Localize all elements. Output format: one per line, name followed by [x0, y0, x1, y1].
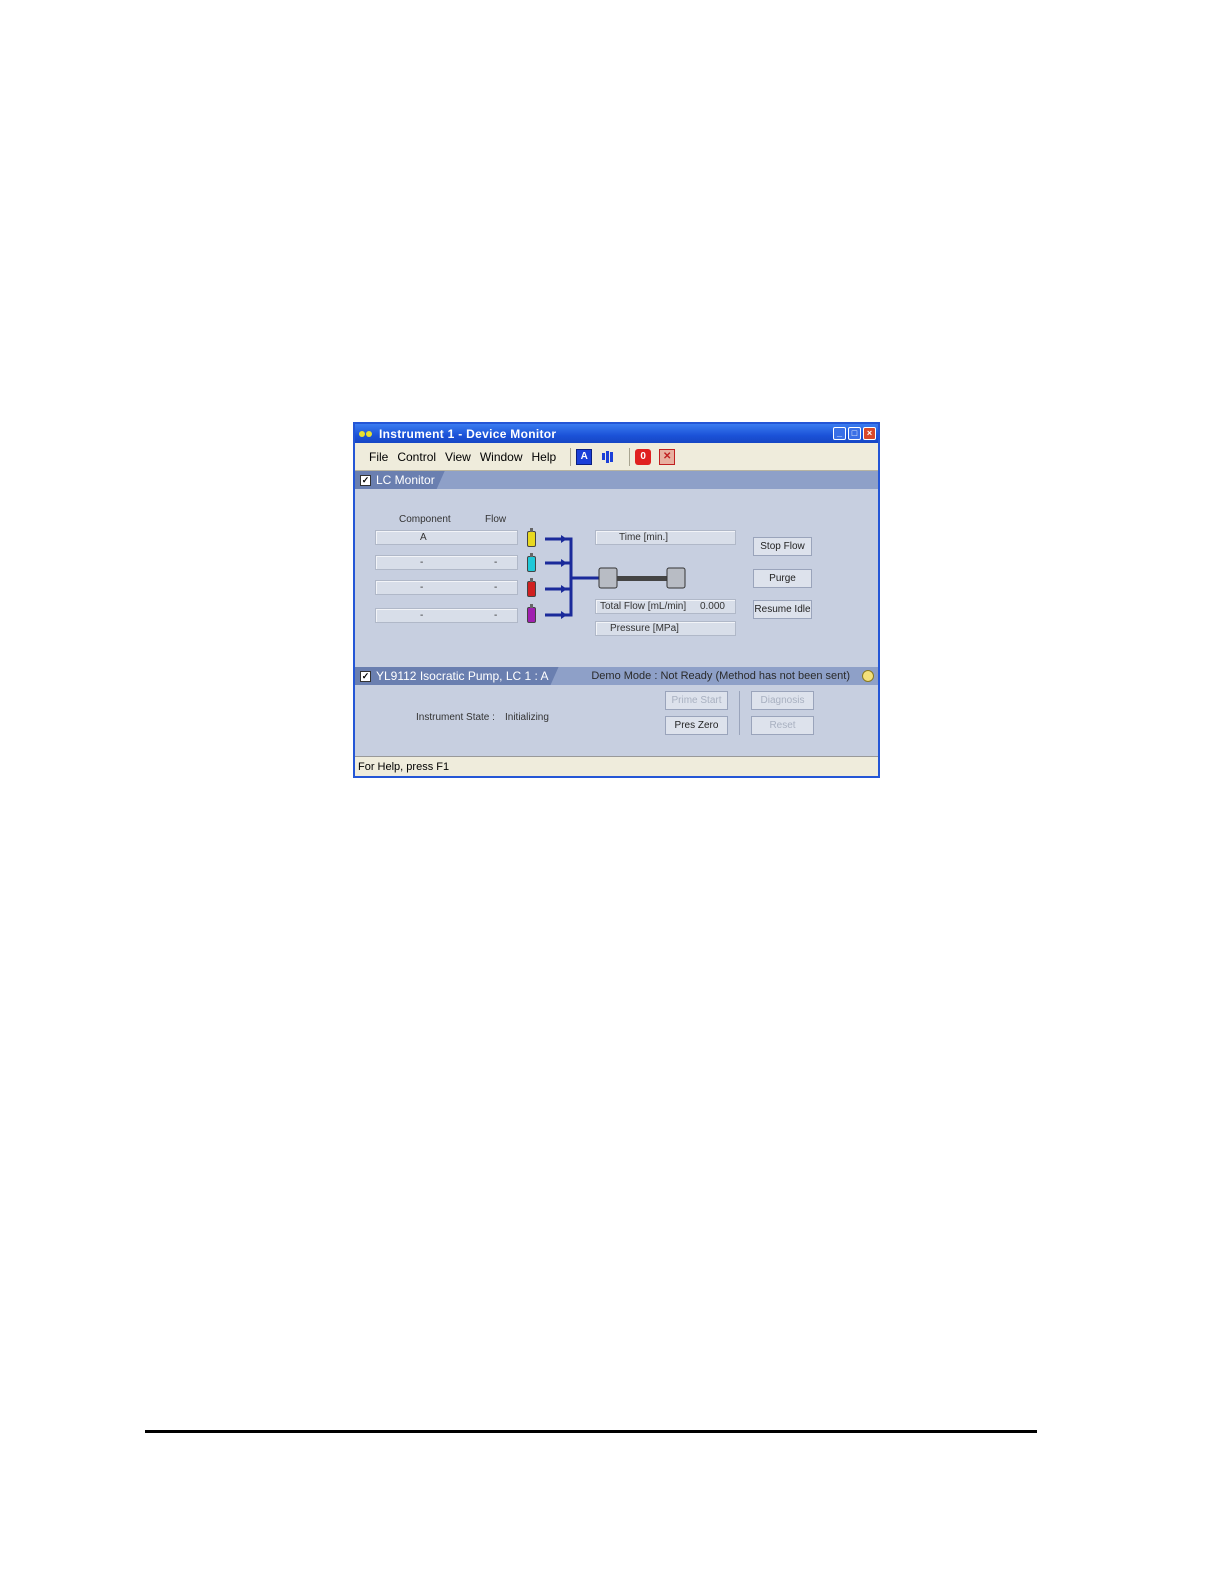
component-name: -	[420, 610, 424, 621]
minimize-button[interactable]: _	[833, 427, 846, 440]
pressure-field: Pressure [MPa]	[595, 621, 736, 636]
page-footer-rule	[145, 1430, 1037, 1433]
component-name: -	[420, 557, 424, 568]
menu-view[interactable]: View	[445, 450, 471, 464]
component-flow: -	[494, 582, 498, 593]
status-bar: For Help, press F1	[355, 756, 878, 776]
column-outlet-icon	[666, 567, 686, 589]
cancel-icon[interactable]: ✕	[659, 448, 676, 465]
button-divider	[739, 691, 740, 735]
menu-file[interactable]: File	[369, 450, 388, 464]
component-row: A	[375, 530, 518, 545]
analysis-icon[interactable]: A	[576, 448, 593, 465]
window-title: Instrument 1 - Device Monitor	[379, 426, 557, 441]
stop-icon[interactable]: 0	[635, 448, 652, 465]
pump-status-text: Demo Mode : Not Ready (Method has not be…	[591, 670, 850, 682]
lc-monitor-label: LC Monitor	[376, 473, 435, 487]
title-bar[interactable]: Instrument 1 - Device Monitor _ □ ×	[355, 424, 878, 443]
component-row: - -	[375, 555, 518, 570]
pres-zero-button[interactable]: Pres Zero	[665, 716, 728, 735]
close-button[interactable]: ×	[863, 427, 876, 440]
component-name: -	[420, 582, 424, 593]
purge-button[interactable]: Purge	[753, 569, 812, 588]
instrument-state-label: Instrument State :	[416, 712, 495, 723]
reset-button[interactable]: Reset	[751, 716, 814, 735]
bar-chart-icon[interactable]	[600, 449, 616, 465]
time-field: Time [min.]	[595, 530, 736, 545]
solvent-bottle-icon	[527, 604, 536, 623]
pump-checkbox[interactable]: ✓	[360, 671, 371, 682]
menu-control[interactable]: Control	[397, 450, 436, 464]
lc-monitor-tab: ✓ LC Monitor	[355, 471, 878, 489]
device-monitor-window: Instrument 1 - Device Monitor _ □ × File…	[353, 422, 880, 778]
component-header: Component	[399, 514, 451, 525]
menu-help[interactable]: Help	[532, 450, 557, 464]
pump-tab: ✓ YL9112 Isocratic Pump, LC 1 : A Demo M…	[355, 667, 878, 685]
maximize-button[interactable]: □	[848, 427, 861, 440]
component-flow: -	[494, 557, 498, 568]
component-name: A	[420, 532, 427, 543]
solvent-bottle-icon	[527, 553, 536, 572]
total-flow-field: Total Flow [mL/min] 0.000	[595, 599, 736, 614]
component-flow: -	[494, 610, 498, 621]
solvent-bottle-icon	[527, 528, 536, 547]
flow-header: Flow	[485, 514, 507, 525]
solvent-bottle-icon	[527, 578, 536, 597]
status-bar-text: For Help, press F1	[358, 760, 450, 773]
pump-panel: Instrument State : Initializing Prime St…	[355, 685, 878, 766]
app-icon	[359, 429, 373, 439]
component-row: - -	[375, 608, 518, 623]
pump-label: YL9112 Isocratic Pump, LC 1 : A	[376, 669, 549, 683]
menu-window[interactable]: Window	[480, 450, 523, 464]
diagnosis-button[interactable]: Diagnosis	[751, 691, 814, 710]
toolbar-separator-2	[629, 447, 631, 466]
lc-monitor-checkbox[interactable]: ✓	[360, 475, 371, 486]
instrument-state-value: Initializing	[505, 712, 549, 723]
menu-bar: File Control View Window Help A 0 ✕	[355, 443, 878, 471]
prime-start-button[interactable]: Prime Start	[665, 691, 728, 710]
resume-idle-button[interactable]: Resume Idle	[753, 600, 812, 619]
status-led-icon	[862, 670, 874, 682]
stop-flow-button[interactable]: Stop Flow	[753, 537, 812, 556]
component-row: - -	[375, 580, 518, 595]
lc-monitor-panel: Component Flow A - - - - - - Time [min.]…	[355, 489, 878, 667]
column-inlet-icon	[598, 567, 618, 589]
toolbar-separator	[570, 447, 572, 466]
